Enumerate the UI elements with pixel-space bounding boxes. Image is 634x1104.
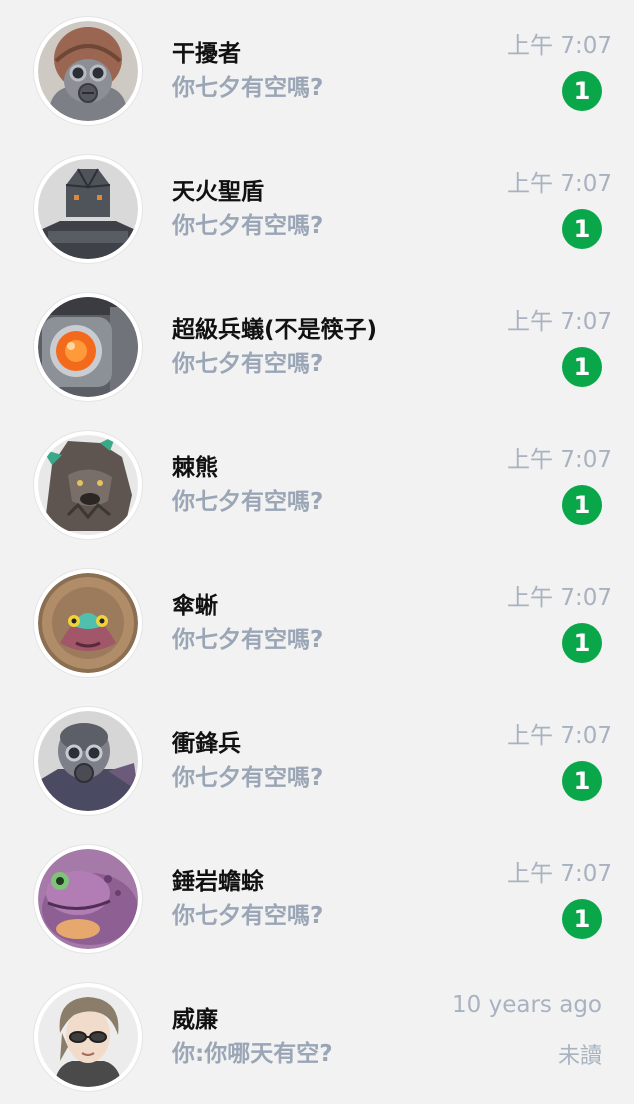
chat-name: 棘熊 [172, 455, 218, 481]
avatar [34, 431, 142, 539]
avatar [34, 845, 142, 953]
chat-row-frilled-lizard[interactable]: 傘蜥 你七夕有空嗎? 上午 7:07 1 [0, 552, 634, 690]
purple-toad-avatar-icon [38, 849, 138, 949]
chat-row-super-soldier-ant[interactable]: 超級兵蟻(不是筷子) 你七夕有空嗎? 上午 7:07 1 [0, 276, 634, 414]
chat-row-thorn-bear[interactable]: 棘熊 你七夕有空嗎? 上午 7:07 1 [0, 414, 634, 552]
unread-badge: 1 [562, 899, 602, 939]
gas-mask-helmet-avatar-icon [38, 21, 138, 121]
chat-name: 干擾者 [172, 41, 241, 67]
chat-row-william[interactable]: 威廉 你:你哪天有空? 10 years ago 未讀 [0, 966, 634, 1104]
chat-time: 上午 7:07 [507, 447, 612, 473]
chat-time: 上午 7:07 [507, 33, 612, 59]
chat-time: 上午 7:07 [507, 309, 612, 335]
gas-mask-trooper-avatar-icon [38, 711, 138, 811]
avatar [34, 17, 142, 125]
spiky-bear-avatar-icon [38, 435, 138, 535]
chat-time: 上午 7:07 [507, 585, 612, 611]
chat-preview: 你七夕有空嗎? [172, 903, 324, 929]
chat-preview: 你七夕有空嗎? [172, 489, 324, 515]
chat-name: 衝鋒兵 [172, 731, 241, 757]
avatar [34, 155, 142, 263]
chat-preview: 你七夕有空嗎? [172, 213, 324, 239]
man-with-glasses-avatar-icon [38, 987, 138, 1087]
unread-badge: 1 [562, 347, 602, 387]
unread-badge: 1 [562, 623, 602, 663]
armored-helmet-avatar-icon [38, 159, 138, 259]
unread-badge: 1 [562, 761, 602, 801]
chat-row-assault-trooper[interactable]: 衝鋒兵 你七夕有空嗎? 上午 7:07 1 [0, 690, 634, 828]
avatar [34, 983, 142, 1091]
chat-name: 超級兵蟻(不是筷子) [172, 317, 378, 343]
chat-preview: 你:你哪天有空? [172, 1041, 333, 1067]
chat-name: 錘岩蟾蜍 [172, 869, 264, 895]
unread-badge: 1 [562, 209, 602, 249]
chat-preview: 你七夕有空嗎? [172, 627, 324, 653]
avatar [34, 707, 142, 815]
frilled-lizard-avatar-icon [38, 573, 138, 673]
chat-time: 10 years ago [452, 992, 602, 1018]
chat-time: 上午 7:07 [507, 861, 612, 887]
unread-status: 未讀 [557, 1044, 602, 1069]
avatar [34, 293, 142, 401]
avatar [34, 569, 142, 677]
chat-list: 干擾者 你七夕有空嗎? 上午 7:07 1 天火聖盾 你七夕有空嗎? 上午 7:… [0, 0, 634, 1104]
chat-time: 上午 7:07 [507, 171, 612, 197]
chat-row-hammer-rock-toad[interactable]: 錘岩蟾蜍 你七夕有空嗎? 上午 7:07 1 [0, 828, 634, 966]
chat-preview: 你七夕有空嗎? [172, 351, 324, 377]
chat-name: 威廉 [172, 1007, 218, 1033]
chat-row-firestorm-shield[interactable]: 天火聖盾 你七夕有空嗎? 上午 7:07 1 [0, 138, 634, 276]
chat-row-jammer[interactable]: 干擾者 你七夕有空嗎? 上午 7:07 1 [0, 0, 634, 138]
robot-red-eye-avatar-icon [38, 297, 138, 397]
unread-badge: 1 [562, 71, 602, 111]
chat-preview: 你七夕有空嗎? [172, 75, 324, 101]
chat-preview: 你七夕有空嗎? [172, 765, 324, 791]
chat-time: 上午 7:07 [507, 723, 612, 749]
chat-name: 傘蜥 [172, 593, 218, 619]
unread-badge: 1 [562, 485, 602, 525]
chat-name: 天火聖盾 [172, 179, 264, 205]
